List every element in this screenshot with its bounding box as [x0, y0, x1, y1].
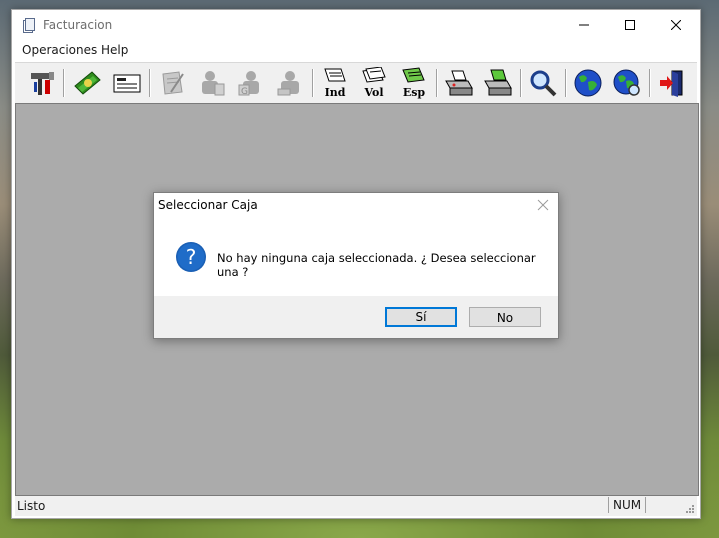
- tools-icon: [31, 72, 54, 95]
- svg-text:?: ?: [186, 245, 197, 269]
- toolbar: G Ind Vol Esp: [15, 62, 697, 104]
- toolbar-ind-button[interactable]: Ind: [318, 67, 352, 99]
- dialog-message: No hay ninguna caja seleccionada. ¿ Dese…: [217, 251, 536, 279]
- printer-icon: [445, 70, 473, 96]
- money-icon: [74, 71, 101, 95]
- dialog-body: Seleccionar Caja ? No hay ninguna caja s…: [154, 193, 558, 296]
- title-bar[interactable]: Facturacion: [12, 10, 700, 40]
- close-icon: [671, 20, 681, 30]
- toolbar-separator: [520, 69, 522, 97]
- select-box-dialog: Seleccionar Caja ? No hay ninguna caja s…: [153, 192, 559, 339]
- toolbar-money-button[interactable]: [70, 67, 104, 99]
- pen-paper-icon: [162, 71, 184, 95]
- toolbar-search-button[interactable]: [526, 67, 560, 99]
- minimize-button[interactable]: [561, 10, 607, 40]
- ind-label: Ind: [324, 86, 346, 99]
- question-icon: ?: [176, 242, 206, 272]
- menu-bar: Operaciones Help: [12, 41, 700, 61]
- toolbar-esp-button[interactable]: Esp: [397, 67, 431, 99]
- status-num-indicator: NUM: [608, 497, 645, 513]
- globe-search-icon: [613, 69, 640, 96]
- toolbar-vol-button[interactable]: Vol: [357, 67, 391, 99]
- vol-label: Vol: [364, 86, 384, 99]
- toolbar-exit-button[interactable]: [655, 67, 689, 99]
- toolbar-print-button[interactable]: [442, 67, 476, 99]
- person-stamp-icon: [277, 71, 299, 96]
- minimize-icon: [579, 24, 589, 26]
- status-pane-empty: [645, 497, 682, 513]
- person-g-icon: G: [238, 71, 259, 97]
- toolbar-separator: [312, 69, 314, 97]
- person-pen-icon: [202, 71, 225, 96]
- yes-button[interactable]: Sí: [385, 307, 457, 327]
- magnifier-icon: [530, 70, 557, 97]
- toolbar-person-g-button[interactable]: G: [234, 67, 268, 99]
- window-title: Facturacion: [43, 18, 113, 32]
- maximize-button[interactable]: [607, 10, 653, 40]
- svg-text:G: G: [241, 87, 248, 97]
- toolbar-separator: [436, 69, 438, 97]
- toolbar-pen-paper-button[interactable]: [155, 67, 189, 99]
- dialog-close-icon[interactable]: [536, 198, 550, 212]
- toolbar-separator: [565, 69, 567, 97]
- toolbar-person-stamp-button[interactable]: [273, 67, 307, 99]
- status-bar: Listo NUM: [15, 496, 697, 516]
- esp-label: Esp: [402, 86, 426, 99]
- toolbar-separator: [63, 69, 65, 97]
- maximize-icon: [625, 20, 635, 30]
- toolbar-person-pen-button[interactable]: [195, 67, 229, 99]
- menu-operaciones[interactable]: Operaciones: [22, 43, 97, 57]
- no-button[interactable]: No: [469, 307, 541, 327]
- toolbar-globe-button[interactable]: [571, 67, 605, 99]
- toolbar-form-button[interactable]: [110, 67, 144, 99]
- toolbar-separator: [149, 69, 151, 97]
- toolbar-print-green-button[interactable]: [481, 67, 515, 99]
- close-button[interactable]: [653, 10, 699, 40]
- exit-door-icon: [660, 70, 683, 97]
- resize-grip-icon[interactable]: [685, 504, 695, 514]
- toolbar-globe-search-button[interactable]: [610, 67, 644, 99]
- toolbar-separator: [649, 69, 651, 97]
- app-document-icon: [23, 18, 35, 33]
- toolbar-tools-button[interactable]: [25, 67, 59, 99]
- globe-icon: [574, 69, 602, 97]
- dialog-title: Seleccionar Caja: [158, 198, 258, 212]
- status-text: Listo: [17, 499, 46, 513]
- form-icon: [113, 74, 141, 93]
- printer-green-icon: [484, 69, 512, 96]
- menu-help[interactable]: Help: [101, 43, 128, 57]
